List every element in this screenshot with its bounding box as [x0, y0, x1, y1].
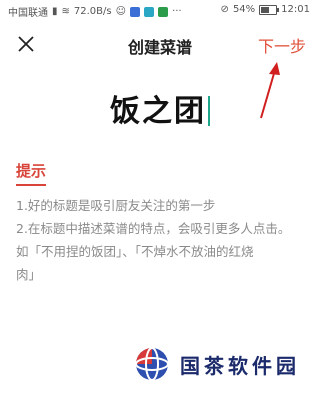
tips-line: 2.在标题中描述菜谱的特点，会吸引更多人点击。	[16, 221, 291, 236]
recipe-name-text: 饭之团	[110, 94, 206, 129]
watermark: 国茶软件园	[134, 346, 300, 382]
clock: 12:01	[281, 4, 310, 15]
network-speed: 72.0B/s	[73, 6, 112, 17]
mute-icon: ⊘	[220, 4, 229, 15]
tips-section: 提示 1.好的标题是吸引厨友关注的第一步 2.在标题中描述菜谱的特点，会吸引更多…	[16, 160, 312, 286]
globe-logo-icon	[135, 347, 169, 381]
recipe-name-input[interactable]: 饭之团	[0, 86, 320, 130]
tips-line: 肉」	[16, 267, 42, 282]
tips-title: 提示	[16, 162, 47, 180]
tips-line: 1.好的标题是吸引厨友关注的第一步	[16, 198, 216, 213]
text-cursor	[208, 96, 210, 126]
signal-icon: ▮	[52, 6, 58, 17]
carrier-label: 中国联通	[8, 8, 48, 19]
next-step-button[interactable]: 下一步	[258, 33, 306, 57]
battery-icon	[259, 4, 280, 15]
battery-percent: 54%	[232, 4, 256, 15]
wifi-icon: ≋	[61, 6, 70, 17]
tips-line: 如「不用捏的饭团」、「不焯水不放油的红烧	[16, 244, 254, 259]
app-icon	[158, 6, 169, 17]
app-icon	[144, 6, 155, 17]
watermark-text: 国茶软件园	[180, 353, 300, 378]
tips-text: 1.好的标题是吸引厨友关注的第一步 2.在标题中描述菜谱的特点，会吸引更多人点击…	[16, 194, 312, 286]
more-icon: ···	[172, 6, 182, 17]
message-icon: ☺	[115, 6, 127, 17]
app-icon	[130, 6, 141, 17]
tips-underline	[16, 184, 46, 186]
status-bar: 中国联通 ▮ ≋ 72.0B/s ☺ ··· ⊘ 54% 12:01	[0, 0, 320, 20]
